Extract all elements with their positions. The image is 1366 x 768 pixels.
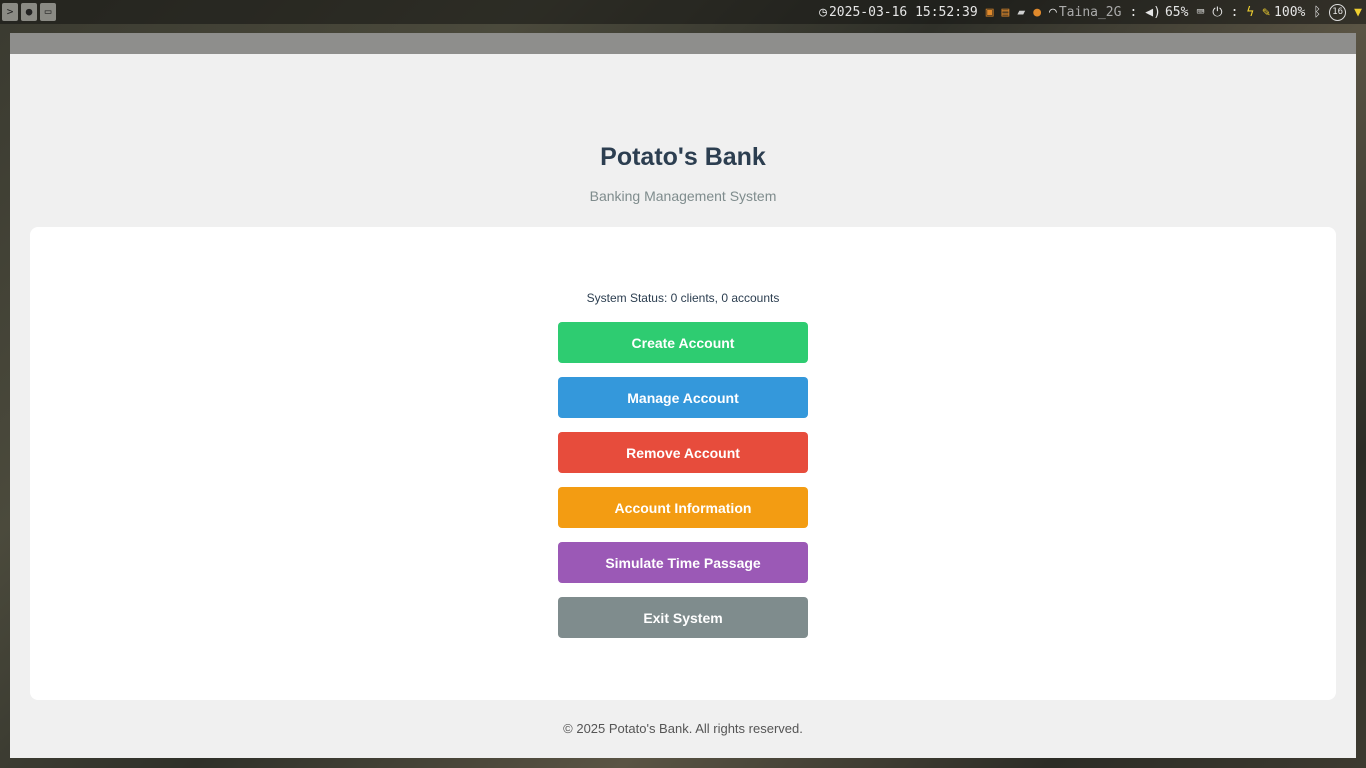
volume-level[interactable]: 65% [1165, 5, 1188, 20]
system-status-text: System Status: 0 clients, 0 accounts [586, 291, 780, 305]
tray-separator: : [1230, 4, 1239, 20]
clock-icon: ◷ [819, 4, 827, 20]
app-subtitle: Banking Management System [589, 188, 777, 204]
battery-level[interactable]: 100% [1274, 5, 1305, 20]
clock-datetime[interactable]: 2025-03-16 15:52:39 [829, 5, 978, 20]
system-tray: ◷ 2025-03-16 15:52:39 ▣ ▤ ▰ ● ◠ Taina_2G… [819, 0, 1362, 24]
app-title: Potato's Bank [600, 143, 766, 171]
firefox-icon[interactable]: ● [1033, 5, 1041, 20]
disk-icon[interactable]: ● [21, 3, 37, 21]
launcher-icons: > ● ▭ [2, 3, 56, 21]
app-window: Potato's Bank Banking Management System … [10, 33, 1356, 758]
system-top-bar: > ● ▭ ◷ 2025-03-16 15:52:39 ▣ ▤ ▰ ● ◠ Ta… [0, 0, 1366, 24]
main-menu-card: System Status: 0 clients, 0 accounts Cre… [30, 227, 1336, 700]
tray-separator: : [1129, 4, 1138, 20]
exit-system-button[interactable]: Exit System [558, 597, 808, 638]
network-signal-icon[interactable]: ▼ [1354, 5, 1362, 20]
window-titlebar[interactable] [10, 33, 1356, 54]
window-tray-icon[interactable]: ▤ [1002, 5, 1010, 20]
bluetooth-icon[interactable]: ᛒ [1313, 5, 1321, 20]
notification-count-badge[interactable]: 16 [1329, 3, 1347, 21]
create-account-button[interactable]: Create Account [558, 322, 808, 363]
volume-icon[interactable]: ◀) [1145, 5, 1161, 20]
simulate-time-passage-button[interactable]: Simulate Time Passage [558, 542, 808, 583]
folder-icon[interactable]: ▭ [40, 3, 56, 21]
account-information-button[interactable]: Account Information [558, 487, 808, 528]
terminal-tray-icon[interactable]: ▣ [986, 5, 994, 20]
plug-icon: ✎ [1262, 4, 1271, 20]
charging-icon: ϟ [1246, 4, 1255, 20]
power-icon[interactable]: ⏻ [1212, 5, 1222, 20]
remove-account-button[interactable]: Remove Account [558, 432, 808, 473]
keyboard-icon[interactable]: ⌨ [1196, 5, 1204, 20]
wifi-name[interactable]: Taina_2G [1059, 5, 1122, 20]
wifi-icon[interactable]: ◠ [1049, 5, 1057, 20]
footer-copyright: © 2025 Potato's Bank. All rights reserve… [563, 721, 803, 736]
folder-tray-icon[interactable]: ▰ [1017, 5, 1025, 20]
manage-account-button[interactable]: Manage Account [558, 377, 808, 418]
terminal-icon[interactable]: > [2, 3, 18, 21]
